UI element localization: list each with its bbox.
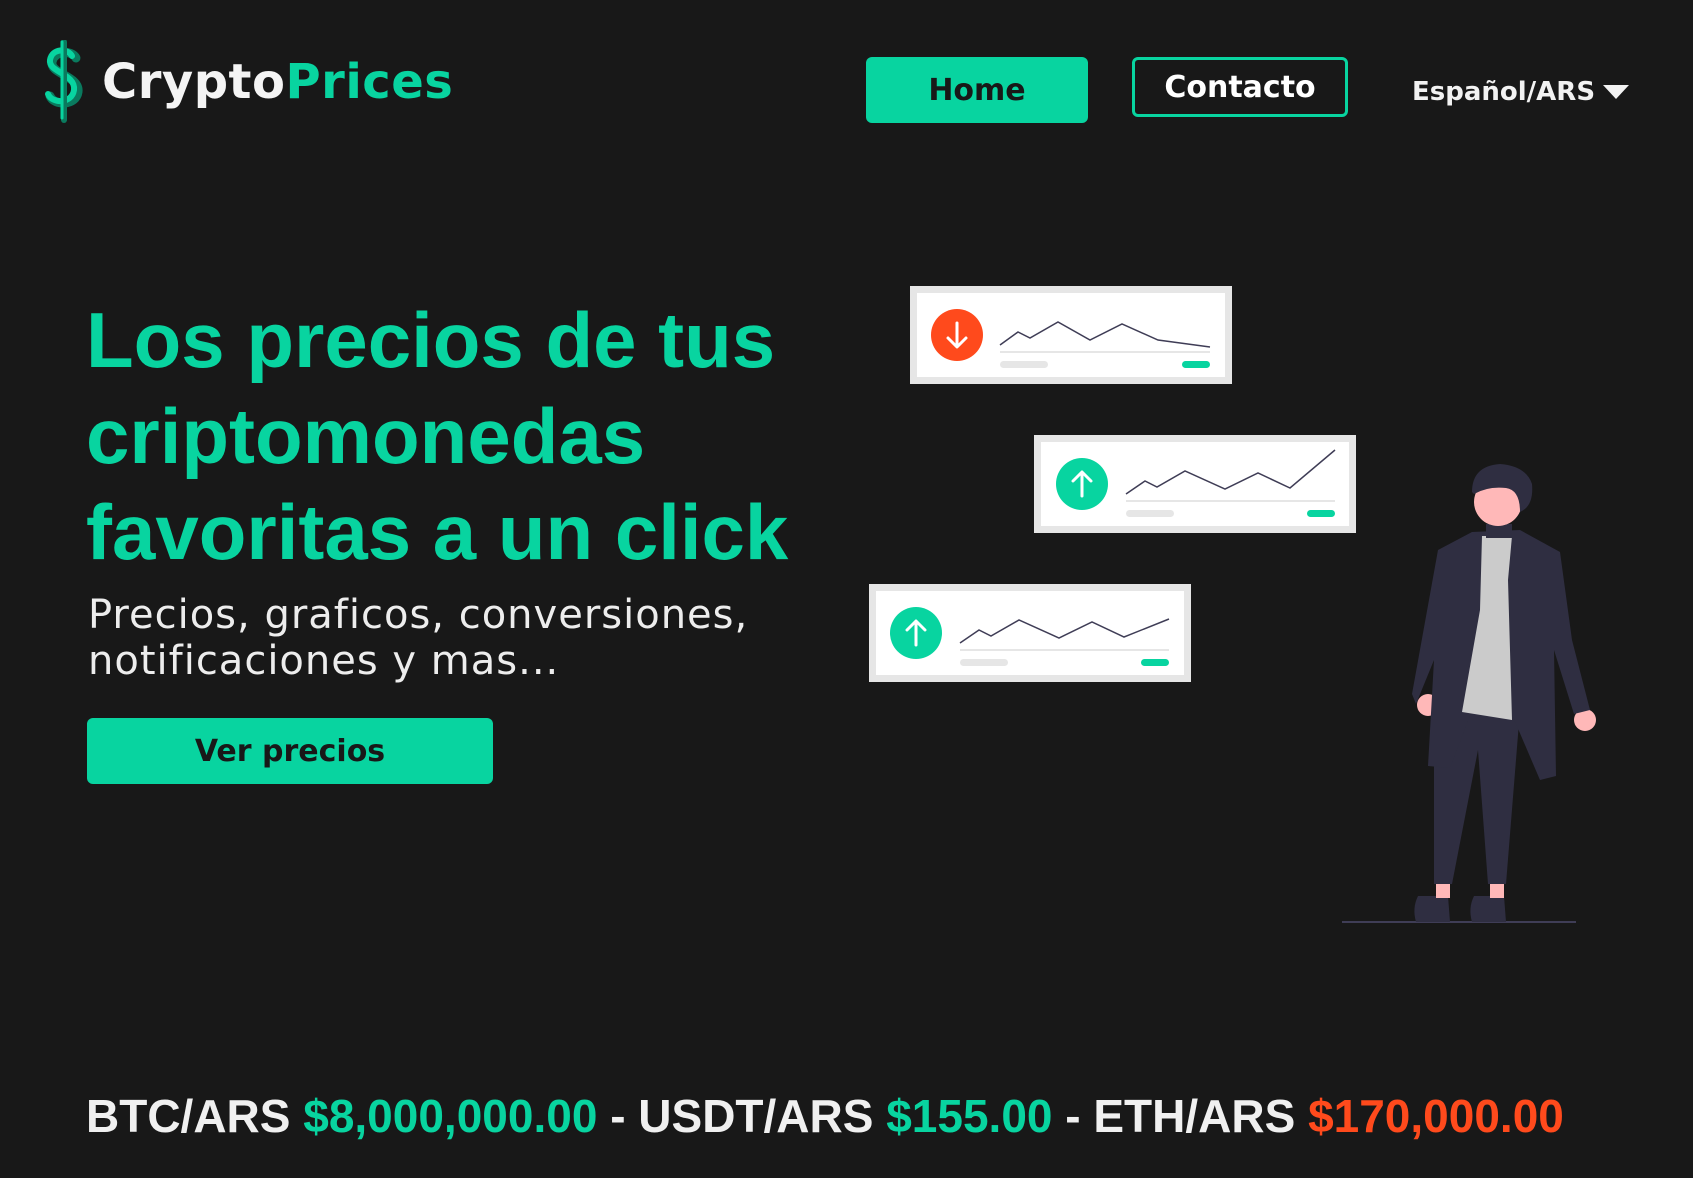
language-currency-dropdown[interactable]: Español/ARS [1412, 72, 1630, 112]
hero-subtitle-line1: Precios, graficos, conversiones, [88, 592, 749, 638]
ticker-price: $170,000.00 [1308, 1090, 1564, 1142]
ticker-separator: - [1065, 1090, 1081, 1142]
ticker-price: $155.00 [886, 1090, 1053, 1142]
hero-title-line2: criptomonedas [86, 392, 646, 480]
language-currency-label: Español/ARS [1412, 77, 1596, 107]
price-card-up [869, 584, 1191, 682]
hero-illustration [869, 286, 1596, 923]
arrow-up-icon [890, 607, 942, 659]
price-ticker: BTC/ARS $8,000,000.00 - USDT/ARS $155.00… [86, 1088, 1564, 1144]
nav-home-button[interactable]: Home [866, 57, 1088, 123]
hero-title-line3: favoritas a un click [86, 488, 789, 576]
price-card-down [910, 286, 1232, 384]
ticker-price: $8,000,000.00 [303, 1090, 598, 1142]
brand-name-part2: Prices [285, 54, 454, 110]
price-card-up [1034, 435, 1356, 533]
view-prices-button[interactable]: Ver precios [87, 718, 493, 784]
ticker-pair: BTC/ARS [86, 1090, 291, 1142]
ticker-separator: - [610, 1090, 626, 1142]
brand-name: CryptoPrices [102, 54, 453, 110]
person-illustration [1342, 464, 1596, 923]
brand-logo[interactable]: CryptoPrices [42, 40, 453, 124]
brand-name-part1: Crypto [102, 54, 286, 110]
hero-subtitle-line2: notificaciones y mas... [88, 638, 560, 684]
ticker-pair: USDT/ARS [638, 1090, 874, 1142]
dollar-sign-icon [45, 40, 83, 123]
nav-contact-button[interactable]: Contacto [1132, 57, 1348, 117]
arrow-up-icon [1056, 458, 1108, 510]
ticker-pair: ETH/ARS [1093, 1090, 1296, 1142]
arrow-down-icon [931, 309, 983, 361]
hero-title-line1: Los precios de tus [86, 296, 776, 384]
caret-down-icon [1603, 85, 1630, 99]
hero-title: Los precios de tus criptomonedas favorit… [86, 292, 846, 580]
hero-subtitle: Precios, graficos, conversiones, notific… [88, 592, 828, 684]
